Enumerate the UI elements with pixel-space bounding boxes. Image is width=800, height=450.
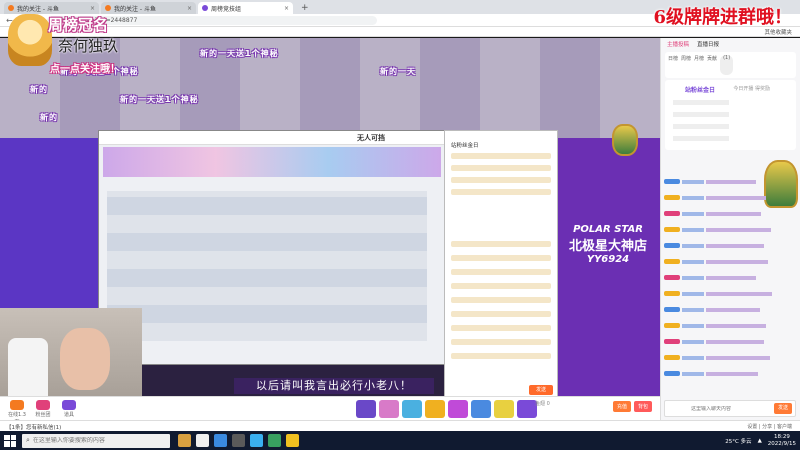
rank-tab-day[interactable]: 日榜	[668, 55, 678, 75]
taskbar-app-icon[interactable]	[250, 434, 263, 447]
fan-club-icon	[36, 400, 50, 410]
tab-streamer-posts[interactable]: 主播投稿	[667, 40, 689, 48]
chat-message	[664, 178, 756, 185]
gift-icon[interactable]	[379, 400, 399, 418]
rank-title: 周榜冠名	[48, 16, 109, 34]
chat-message	[664, 274, 756, 281]
chat-send-button[interactable]: 发送	[774, 403, 792, 414]
currency-balance: 鱼翅 0	[535, 401, 550, 407]
browser-tab-3[interactable]: 周榜竞技组 ×	[198, 2, 293, 14]
viewers-icon	[10, 400, 24, 410]
stream-video[interactable]: 新的一天送1个神秘 新的一天送1个神秘 新的一天 新的 新的一天送1个神秘 新的…	[0, 38, 660, 396]
tab-favicon-icon	[202, 5, 208, 11]
danmu-message: 新的	[40, 113, 58, 122]
danmu-message: 新的一天送1个神秘	[200, 49, 279, 58]
taskbar-search: ⌕	[22, 433, 170, 448]
system-clock[interactable]: 18:29 2022/9/15	[768, 434, 796, 448]
taskbar-app-icon[interactable]	[268, 434, 281, 447]
search-icon: ⌕	[26, 436, 30, 444]
taskbar-app-icon[interactable]	[286, 434, 299, 447]
fan-panel-hint: 今日开播 得奖励	[733, 86, 770, 92]
danmu-message: 新的一天	[380, 67, 416, 76]
chat-message	[664, 210, 761, 217]
gift-icon[interactable]	[448, 400, 468, 418]
tab-close-icon[interactable]: ×	[187, 5, 192, 12]
taskbar-app-icon[interactable]	[178, 434, 191, 447]
avatar	[8, 14, 52, 66]
other-bookmarks[interactable]: 其他收藏夹	[764, 28, 792, 36]
gift-icon[interactable]	[402, 400, 422, 418]
streamer-name: 奈何独玖	[58, 37, 119, 55]
fan-panel: 站粉丝金日 今日开播 得奖励	[665, 80, 796, 150]
danmu-message: 新的	[30, 85, 48, 94]
tab-daily-report[interactable]: 直播日报	[697, 40, 719, 48]
follow-hint: 点一点关注哦！	[50, 64, 120, 75]
taskbar-app-icon[interactable]	[196, 434, 209, 447]
windows-taskbar: ⌕ 25°C 多云 ▲ 18:29 2022/9/15	[0, 431, 800, 450]
taskbar-app-icon[interactable]	[232, 434, 245, 447]
rank-tab-week[interactable]: 周榜	[681, 55, 691, 75]
windows-start-icon[interactable]	[4, 434, 16, 447]
weather-indicator[interactable]: 25°C 多云	[725, 437, 751, 445]
gift-icon[interactable]	[517, 400, 537, 418]
rank-panel: 日榜 周榜 月榜 贡献 (1)	[665, 52, 796, 78]
fan-badge-icon	[612, 124, 638, 156]
taskbar-app-icon[interactable]	[214, 434, 227, 447]
rank-tab-contrib[interactable]: 贡献	[707, 55, 717, 75]
polar-star-logo: POLAR STAR 北极星大神店 YY6924	[568, 224, 647, 265]
gift-icon[interactable]	[425, 400, 445, 418]
chat-input-box: 发送	[664, 400, 796, 417]
notification-strip: 【1条】您有新私信(1) 设置 | 分享 | 客户端	[0, 420, 800, 431]
taskbar-search-input[interactable]	[32, 437, 163, 444]
gift-icon[interactable]	[356, 400, 376, 418]
recharge-button[interactable]: 充值	[612, 401, 631, 412]
notification-links[interactable]: 设置 | 分享 | 客户端	[747, 423, 792, 430]
props-icon	[62, 400, 76, 410]
chat-message	[664, 242, 764, 249]
chat-message	[664, 322, 766, 329]
level-group-notice: 6级牌牌进群哦！	[653, 7, 792, 28]
new-tab-button[interactable]: +	[295, 3, 315, 14]
shared-screen: 无人可挡	[98, 130, 446, 365]
rank-count-badge[interactable]: (1)	[720, 55, 734, 75]
chat-message	[664, 306, 760, 313]
rank-tab-month[interactable]: 月榜	[694, 55, 704, 75]
streamer-badge: 周榜冠名 奈何独玖 点一点关注哦！	[4, 10, 142, 82]
tab-close-icon[interactable]: ×	[284, 5, 289, 12]
gift-icon[interactable]	[494, 400, 514, 418]
network-icon[interactable]: ▲	[758, 438, 762, 444]
chat-message	[664, 290, 772, 297]
gift-icon[interactable]	[471, 400, 491, 418]
fan-badge-icon[interactable]	[764, 160, 798, 208]
chat-message	[664, 354, 770, 361]
danmu-message: 新的一天送1个神秘	[120, 95, 199, 104]
chat-message	[664, 370, 758, 377]
chat-message	[664, 194, 766, 201]
chat-message	[664, 338, 764, 345]
chat-message	[664, 258, 768, 265]
chat-message	[664, 226, 771, 233]
streamer-camera	[0, 308, 142, 396]
shared-screen-chat: 站粉丝金日 发送	[444, 130, 558, 396]
backpack-button[interactable]: 背包	[633, 401, 652, 412]
gift-list	[356, 400, 537, 418]
inner-site-logo: 无人可挡	[357, 134, 385, 142]
chat-input[interactable]	[665, 405, 753, 412]
fan-panel-title: 站粉丝金日	[685, 87, 716, 94]
gift-bar: 在线1.3万 粉丝团 道具 鱼翅 0 充值 背包	[0, 396, 660, 425]
stream-caption: 以后请叫我言出必行小老八！	[234, 378, 434, 394]
